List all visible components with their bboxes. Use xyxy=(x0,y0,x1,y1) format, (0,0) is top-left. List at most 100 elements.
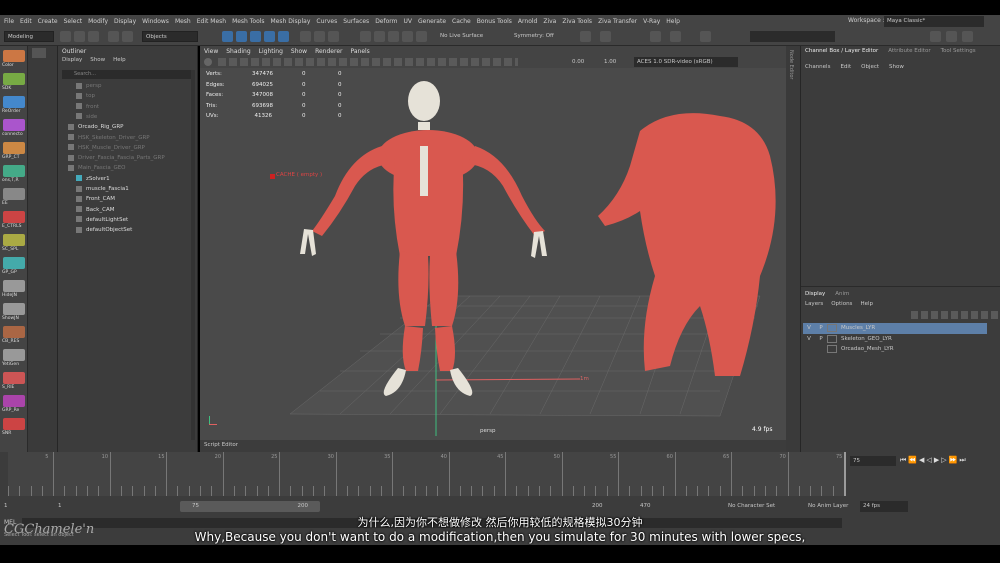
shelf-button-0[interactable] xyxy=(3,50,25,62)
shelf-button-7[interactable] xyxy=(3,211,25,223)
layer-color-swatch[interactable] xyxy=(827,324,837,333)
menu-modify[interactable]: Modify xyxy=(88,18,108,25)
channel-menu-show[interactable]: Show xyxy=(889,64,904,70)
channel-menu-object[interactable]: Object xyxy=(861,64,879,70)
menu-select[interactable]: Select xyxy=(64,18,83,25)
play-forward-icon[interactable]: ▶ xyxy=(934,456,939,466)
range-bar[interactable]: 75 200 xyxy=(180,501,320,512)
go-start-icon[interactable]: ⏮ xyxy=(900,456,906,466)
menu-create[interactable]: Create xyxy=(38,18,58,25)
menu-edit-mesh[interactable]: Edit Mesh xyxy=(197,18,226,25)
ipr-render-icon[interactable] xyxy=(600,31,611,42)
layer-visibility-toggle[interactable]: V xyxy=(803,336,815,342)
shelf-button-14[interactable] xyxy=(3,372,25,384)
shelf-button-15[interactable] xyxy=(3,395,25,407)
menu-cache[interactable]: Cache xyxy=(452,18,471,25)
menu-mesh-tools[interactable]: Mesh Tools xyxy=(232,18,264,25)
outliner-row[interactable]: Front_CAM xyxy=(58,194,188,204)
outliner-row[interactable]: defaultObjectSet xyxy=(58,225,188,235)
selection-mask-dropdown[interactable]: Objects xyxy=(142,31,198,42)
rotate-tool-icon[interactable] xyxy=(278,31,289,42)
outliner-row[interactable]: front xyxy=(58,102,188,112)
channel-menu-channels[interactable]: Channels xyxy=(805,64,830,70)
menu-arnold[interactable]: Arnold xyxy=(518,18,537,25)
menu-windows[interactable]: Windows xyxy=(142,18,169,25)
layer-color-swatch[interactable] xyxy=(827,345,837,354)
workspace-dropdown[interactable]: Maya Classic* xyxy=(884,16,984,27)
layer-playback-toggle[interactable]: P xyxy=(815,336,827,342)
viewport[interactable]: View Shading Lighting Show Renderer Panels 0.… xyxy=(200,46,786,440)
fps-dropdown[interactable]: 24 fps xyxy=(860,501,908,512)
toggle-panel-icon-2[interactable] xyxy=(946,31,957,42)
current-frame-field[interactable]: 75 xyxy=(850,456,896,466)
outliner-row[interactable]: Orcado_Rig_GRP xyxy=(58,122,188,132)
shelf-button-6[interactable] xyxy=(3,188,25,200)
redo-icon[interactable] xyxy=(122,31,133,42)
shelf-button-9[interactable] xyxy=(3,257,25,269)
step-forward-icon[interactable]: ▷ xyxy=(941,456,946,466)
outliner-row[interactable]: HSK_Skeleton_Driver_GRP xyxy=(58,133,188,143)
outliner-menu-display[interactable]: Display xyxy=(62,57,82,63)
outliner-scrollbar[interactable] xyxy=(191,70,195,440)
layer-menu-help[interactable]: Help xyxy=(860,301,873,307)
shelf-button-12[interactable] xyxy=(3,326,25,338)
outliner-row[interactable]: defaultLightSet xyxy=(58,215,188,225)
menu-uv[interactable]: UV xyxy=(404,18,413,25)
playhead[interactable] xyxy=(844,452,846,496)
snap-curve-icon[interactable] xyxy=(314,31,325,42)
go-end-icon[interactable]: ⏭ xyxy=(959,456,965,466)
layer-row[interactable]: V P Skeleton_GEO_LYR xyxy=(803,334,987,345)
outliner-row[interactable]: Driver_Fascia_Fascia_Parts_GRP xyxy=(58,153,188,163)
toggle-panel-icon-3[interactable] xyxy=(962,31,973,42)
menu-surfaces[interactable]: Surfaces xyxy=(343,18,369,25)
character-set-dropdown[interactable]: No Character Set xyxy=(728,501,806,512)
save-scene-icon[interactable] xyxy=(88,31,99,42)
menu-deform[interactable]: Deform xyxy=(375,18,397,25)
paint-select-icon[interactable] xyxy=(250,31,261,42)
layer-visibility-toggle[interactable]: V xyxy=(803,325,815,331)
start-time-field[interactable]: 1 xyxy=(4,501,44,512)
outliner-search-input[interactable]: Search... xyxy=(62,70,192,79)
step-back-key-icon[interactable]: ⏪ xyxy=(908,456,917,466)
layer-menu-options[interactable]: Options xyxy=(831,301,852,307)
live-icon[interactable] xyxy=(416,31,427,42)
outliner-row[interactable]: HSK_Muscle_Driver_GRP xyxy=(58,143,188,153)
undo-icon[interactable] xyxy=(108,31,119,42)
layer-playback-toggle[interactable]: P xyxy=(815,325,827,331)
symmetry-label[interactable]: Symmetry: Off xyxy=(514,31,554,42)
layer-tab-display[interactable]: Display xyxy=(805,291,825,297)
step-forward-key-icon[interactable]: ⏩ xyxy=(949,456,958,466)
anim-layer-dropdown[interactable]: No Anim Layer xyxy=(808,501,858,512)
play-back-icon[interactable]: ◁ xyxy=(926,456,931,466)
layer-buttons-row[interactable] xyxy=(911,311,1000,319)
time-slider[interactable]: 5 10 15 20 25 30 35 40 45 50 55 60 65 70 75 75 ⏮ ⏪ ◀ ◁… xyxy=(0,452,1000,498)
layer-tab-anim[interactable]: Anim xyxy=(835,291,849,297)
menu-help[interactable]: Help xyxy=(666,18,680,25)
script-editor-tab[interactable]: Script Editor xyxy=(204,442,238,448)
select-tool-icon[interactable] xyxy=(222,31,233,42)
menu-file[interactable]: File xyxy=(4,18,14,25)
menu-v-ray[interactable]: V-Ray xyxy=(643,18,660,25)
shelf-button-13[interactable] xyxy=(3,349,25,361)
layer-row[interactable]: Orcadao_Mesh_LYR xyxy=(803,344,987,355)
shelf-button-11[interactable] xyxy=(3,303,25,315)
menu-curves[interactable]: Curves xyxy=(316,18,337,25)
menu-ziva-transfer[interactable]: Ziva Transfer xyxy=(598,18,637,25)
shelf-button-16[interactable] xyxy=(3,418,25,430)
layer-color-swatch[interactable] xyxy=(827,334,837,343)
shelf-button-3[interactable] xyxy=(3,119,25,131)
right-tab-2[interactable]: Tool Settings xyxy=(941,48,976,54)
shelf-button-4[interactable] xyxy=(3,142,25,154)
layer-row[interactable]: V P Muscles_LYR xyxy=(803,323,987,334)
right-tab-0[interactable]: Channel Box / Layer Editor xyxy=(805,48,878,54)
shelf-tab[interactable] xyxy=(32,48,46,58)
outliner-row[interactable]: muscle_Fascia1 xyxy=(58,184,188,194)
shelf-button-10[interactable] xyxy=(3,280,25,292)
outliner-menu-help[interactable]: Help xyxy=(113,57,126,63)
live-surface-label[interactable]: No Live Surface xyxy=(440,31,483,42)
outliner-row[interactable]: Main_Fascia_GEO xyxy=(58,163,188,173)
menu-generate[interactable]: Generate xyxy=(418,18,446,25)
snap-point-icon[interactable] xyxy=(328,31,339,42)
quick-search-field[interactable] xyxy=(750,31,835,42)
output-ops-icon[interactable] xyxy=(402,31,413,42)
